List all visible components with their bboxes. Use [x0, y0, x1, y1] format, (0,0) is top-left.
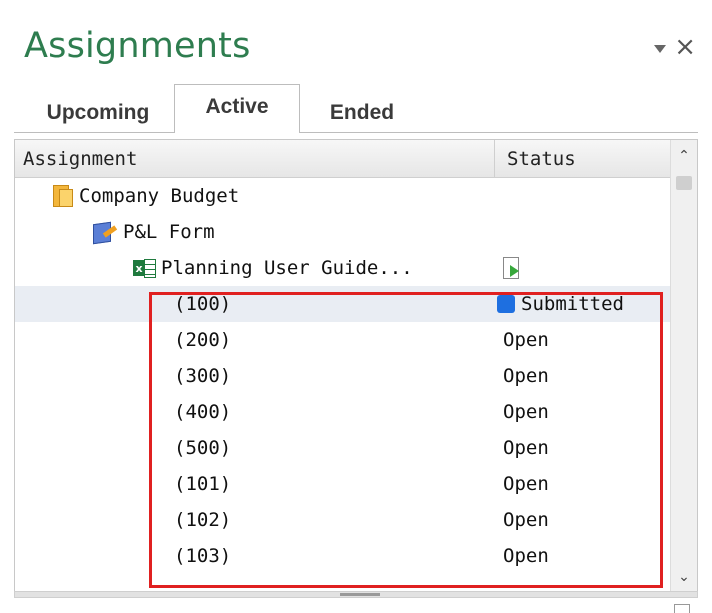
- tree-row-label: (400): [174, 401, 232, 423]
- tree-row-200[interactable]: (200) Open: [15, 322, 671, 358]
- tree-row-103[interactable]: (103) Open: [15, 538, 671, 574]
- status-label: Submitted: [521, 293, 624, 315]
- tree-row-planning-user-guide[interactable]: x Planning User Guide...: [15, 250, 671, 286]
- column-header-status[interactable]: Status: [495, 140, 671, 178]
- tree-row-400[interactable]: (400) Open: [15, 394, 671, 430]
- tree-row-300[interactable]: (300) Open: [15, 358, 671, 394]
- status-label: Open: [503, 509, 549, 531]
- tree-row-101[interactable]: (101) Open: [15, 466, 671, 502]
- tab-strip: Upcoming Active Ended: [14, 84, 698, 133]
- submitted-status-icon: [497, 295, 515, 313]
- tab-upcoming[interactable]: Upcoming: [24, 96, 172, 130]
- tree-row-102[interactable]: (102) Open: [15, 502, 671, 538]
- pane-title: Assignments: [24, 26, 251, 66]
- status-label: Open: [503, 473, 549, 495]
- form-icon: [93, 221, 118, 245]
- scroll-thumb[interactable]: [676, 176, 692, 190]
- excel-icon: x: [133, 258, 156, 278]
- close-icon[interactable]: ×: [674, 34, 696, 60]
- status-label: Open: [503, 437, 549, 459]
- folder-icon: [53, 185, 73, 207]
- status-label: Open: [503, 329, 549, 351]
- tree-row-label: (200): [174, 329, 232, 351]
- status-label: Open: [503, 365, 549, 387]
- tree-row-label: (101): [174, 473, 232, 495]
- vertical-scrollbar[interactable]: ⌃ ⌄: [670, 140, 697, 593]
- tree-row-label: (500): [174, 437, 232, 459]
- status-label: Open: [503, 545, 549, 567]
- tree-row-100[interactable]: (100) Submitted: [15, 286, 671, 322]
- grid-header: Assignment Status: [15, 140, 671, 178]
- splitter-grip[interactable]: [340, 593, 380, 596]
- pane-resize-splitter[interactable]: [14, 591, 698, 598]
- tree-row-label: (103): [174, 545, 232, 567]
- footer-icon[interactable]: [674, 604, 690, 613]
- tree-row-label: (100): [174, 293, 232, 315]
- pane-menu-dropdown-icon[interactable]: [654, 45, 667, 53]
- column-header-assignment[interactable]: Assignment: [15, 140, 495, 178]
- tree-row-label: (102): [174, 509, 232, 531]
- document-arrow-icon[interactable]: [503, 257, 521, 279]
- assignments-grid: Assignment Status Company Budget P&L For…: [14, 139, 698, 594]
- tab-active[interactable]: Active: [174, 84, 300, 133]
- status-label: Open: [503, 401, 549, 423]
- tree-row-label: Planning User Guide...: [161, 257, 413, 279]
- tree-row-company-budget[interactable]: Company Budget: [15, 178, 671, 214]
- tree-row-500[interactable]: (500) Open: [15, 430, 671, 466]
- scroll-down-icon[interactable]: ⌄: [671, 565, 697, 589]
- scroll-up-icon[interactable]: ⌃: [671, 144, 697, 168]
- tree-row-label: (300): [174, 365, 232, 387]
- tree-row-label: Company Budget: [79, 185, 240, 207]
- tab-ended[interactable]: Ended: [304, 96, 420, 130]
- tree-row-pl-form[interactable]: P&L Form: [15, 214, 671, 250]
- tree-row-label: P&L Form: [123, 221, 215, 243]
- pane-controls: ×: [654, 34, 696, 60]
